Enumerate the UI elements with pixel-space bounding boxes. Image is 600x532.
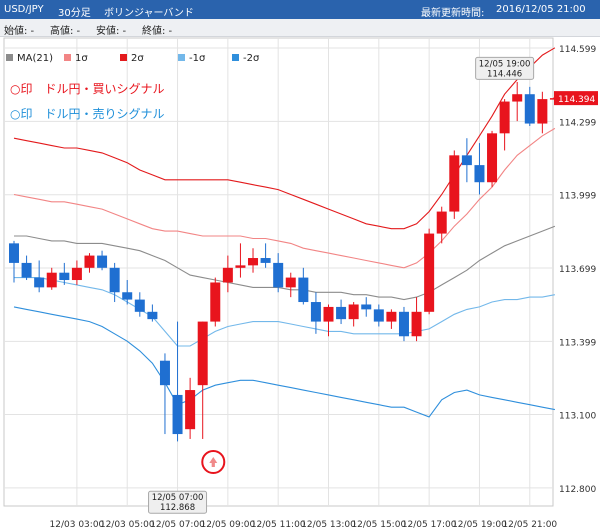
candle-body [260, 258, 271, 263]
legend-swatch [178, 54, 185, 61]
candle-body [285, 277, 296, 288]
candle-body [361, 304, 372, 310]
band-line-1σ [13, 127, 556, 269]
annotation-time: 12/05 07:00 [152, 493, 204, 503]
legend-label: 1σ [75, 53, 88, 64]
legend: MA(21) 1σ 2σ -1σ -2σ ○印 ドル円・買いシグナル ○印 ドル円・売り… [6, 53, 260, 121]
x-tick-label: 12/05 13:00 [301, 520, 356, 530]
legend-swatch [232, 54, 239, 61]
x-tick-label: 12/05 09:00 [200, 520, 255, 530]
candle-body [222, 267, 233, 283]
band-line--2σ [13, 306, 556, 418]
x-tick-label: 12/05 21:00 [502, 520, 557, 530]
legend-label: -2σ [243, 53, 260, 64]
candle-body [411, 311, 422, 337]
x-tick-label: 12/05 17:00 [402, 520, 457, 530]
candle-body [172, 394, 183, 435]
band-lines [13, 47, 556, 418]
y-tick-label: 113.399 [559, 338, 596, 348]
candle-body [373, 309, 384, 322]
annotation-time: 12/05 19:00 [479, 59, 531, 69]
candle-body [122, 292, 133, 300]
candle-body [461, 155, 472, 166]
candle-body [273, 262, 284, 288]
legend-swatch [120, 54, 127, 61]
candle-body [210, 282, 221, 322]
candle-body [398, 311, 409, 337]
annotation-value: 114.446 [487, 69, 522, 79]
bollinger-chart: 114.599 114.299 113.999 113.699 113.399 113.1… [3, 37, 598, 530]
x-tick-label: 12/05 15:00 [351, 520, 406, 530]
candle-body [524, 94, 535, 124]
sell-signal-label: ○印 ドル円・売りシグナル [10, 106, 164, 121]
candle-body [537, 99, 548, 124]
candle-body [34, 277, 45, 288]
y-tick-label: 112.800 [559, 485, 596, 495]
candle-body [310, 302, 321, 322]
y-tick-label: 113.999 [559, 192, 596, 202]
x-tick-label: 12/05 11:00 [251, 520, 306, 530]
candle-body [474, 165, 485, 183]
candle-body [21, 262, 32, 278]
legend-label: -1σ [189, 53, 206, 64]
current-price-value: 114.394 [558, 95, 595, 105]
x-tick-label: 12/03 05:00 [100, 520, 155, 530]
candle-body [9, 243, 19, 263]
candle-body [449, 155, 460, 212]
candle-body [487, 133, 498, 183]
candle-body [386, 311, 397, 322]
candle-body [436, 211, 447, 234]
candle-body [323, 306, 334, 322]
legend-label: 2σ [131, 53, 144, 64]
y-tick-label: 114.599 [559, 45, 596, 55]
band-line--1σ [14, 277, 556, 347]
candle-body [147, 311, 158, 320]
y-tick-label: 114.299 [559, 118, 596, 128]
y-tick-label: 113.699 [559, 265, 596, 275]
candle-body [134, 299, 145, 312]
candle-body [348, 304, 359, 320]
candle-body [71, 267, 82, 281]
candle-body [336, 306, 347, 320]
candle-body [97, 255, 108, 268]
y-tick-label: 113.100 [559, 412, 596, 422]
legend-swatch [64, 54, 71, 61]
candle-body [197, 321, 208, 386]
candle-body [512, 94, 523, 102]
x-tick-label: 12/03 03:00 [50, 520, 105, 530]
candle-body [235, 265, 246, 268]
band-line-2σ [13, 47, 556, 230]
candle-body [248, 258, 259, 266]
legend-swatch [6, 54, 13, 61]
legend-label: MA(21) [17, 53, 53, 64]
candle-body [84, 255, 95, 268]
candle-body [46, 272, 57, 288]
candle-body [499, 101, 510, 134]
annotation-value: 112.868 [160, 503, 195, 513]
candle-body [109, 267, 120, 293]
buy-signal-label: ○印 ドル円・買いシグナル [10, 82, 164, 96]
candle-body [159, 360, 170, 386]
candle-body [185, 390, 196, 430]
candle-body [424, 233, 435, 312]
x-tick-label: 12/05 07:00 [150, 520, 205, 530]
x-tick-label: 12/05 19:00 [452, 520, 507, 530]
candle-body [298, 277, 309, 303]
candle-body [59, 272, 70, 281]
